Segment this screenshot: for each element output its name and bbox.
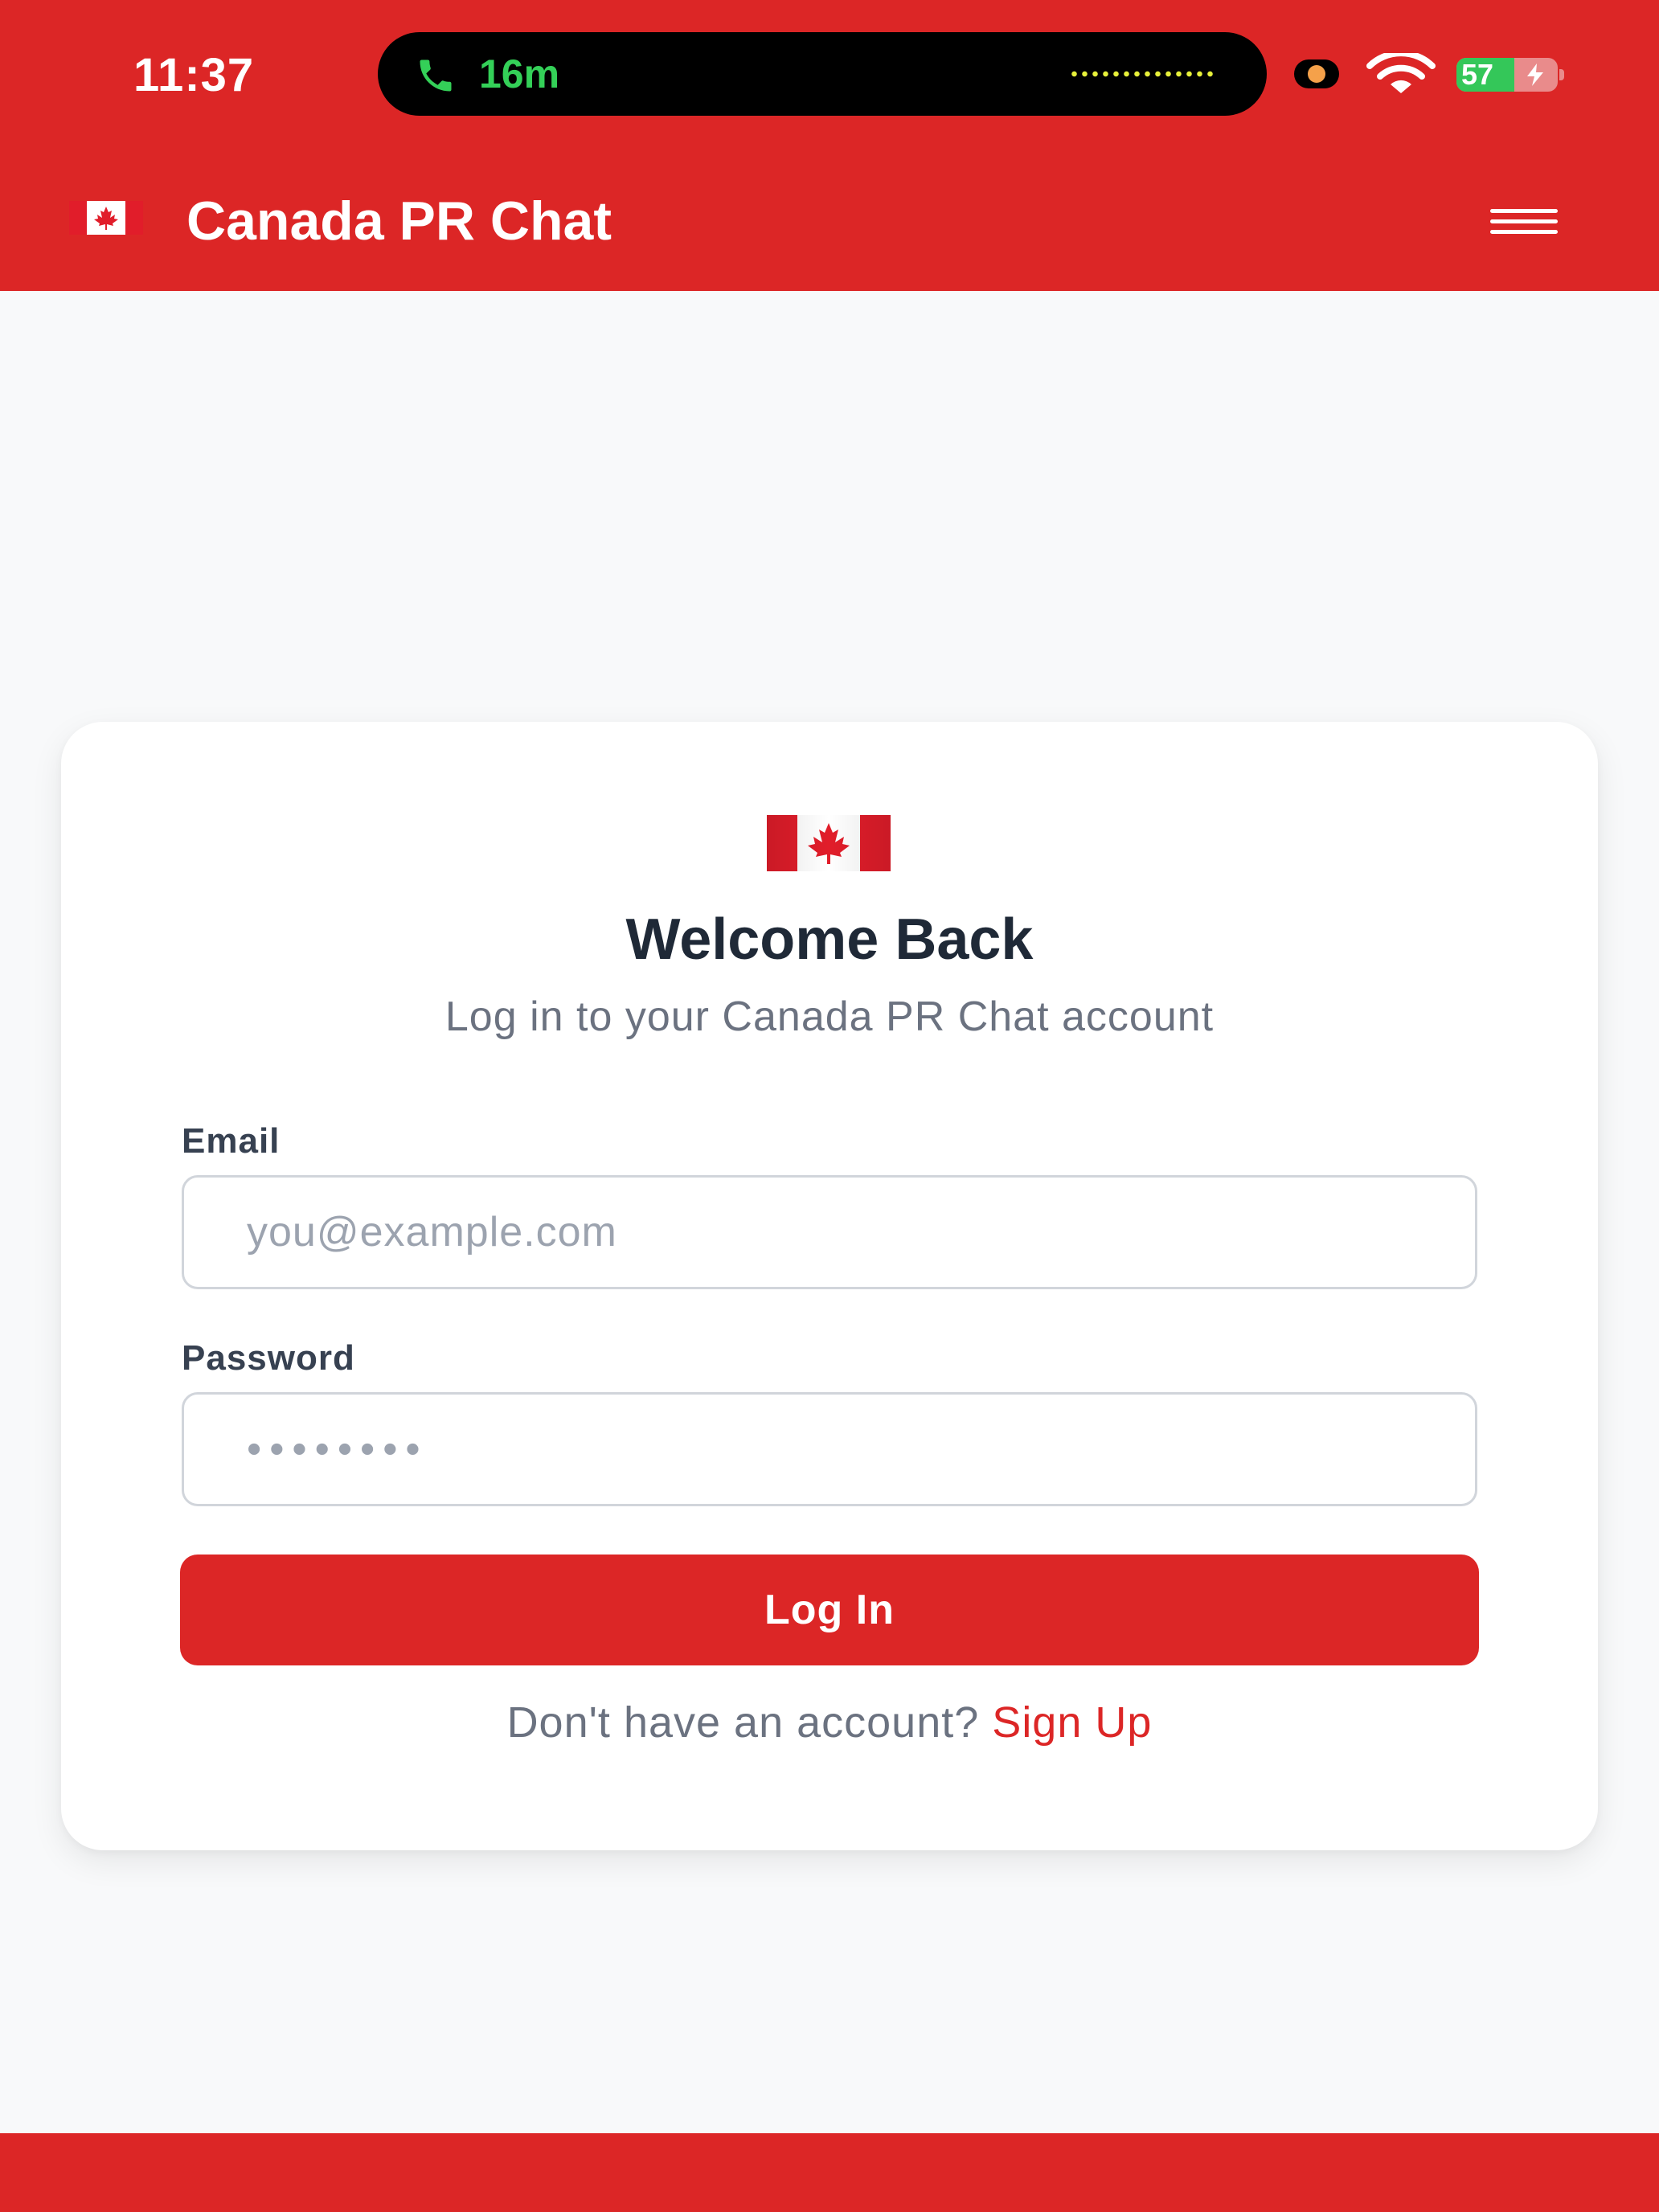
password-label: Password	[182, 1338, 355, 1378]
app-footer	[0, 2133, 1659, 2212]
email-label: Email	[182, 1121, 281, 1161]
canada-flag-icon	[69, 201, 143, 235]
battery-cap	[1559, 69, 1564, 80]
charging-bolt-icon	[1527, 63, 1543, 86]
status-time: 11:37	[133, 49, 255, 101]
app-title: Canada PR Chat	[186, 190, 612, 252]
privacy-indicator-dot	[1294, 59, 1339, 88]
app-header: Canada PR Chat	[0, 151, 1659, 291]
email-input[interactable]	[182, 1175, 1477, 1289]
phone-icon	[420, 59, 452, 92]
hamburger-menu-icon-line	[1490, 230, 1558, 234]
signup-prompt-text: Don't have an account?	[506, 1698, 980, 1747]
card-subtitle: Log in to your Canada PR Chat account	[444, 993, 1215, 1040]
hamburger-menu-button[interactable]	[1476, 185, 1569, 257]
dynamic-island-call[interactable]: 16m	[378, 32, 1267, 116]
battery-charging-icon: 57	[1456, 58, 1566, 92]
hamburger-menu-icon	[1490, 209, 1558, 213]
signup-link[interactable]: Sign Up	[992, 1698, 1152, 1747]
login-button[interactable]: Log In	[180, 1555, 1479, 1665]
battery-body: 57	[1456, 58, 1558, 92]
call-duration: 16m	[479, 51, 560, 96]
battery-percent: 57	[1461, 58, 1494, 91]
wifi-icon	[1366, 53, 1436, 93]
audio-waveform-icon	[1069, 71, 1217, 77]
status-bar: 11:37 16m 57	[0, 0, 1659, 151]
login-screen: 11:37 16m 57 Canada PR Chat Welcome Back…	[0, 0, 1659, 2212]
signup-prompt-row: Don't have an account? Sign Up	[61, 1694, 1598, 1751]
hamburger-menu-icon-line	[1490, 219, 1558, 223]
canada-flag-icon	[767, 815, 891, 871]
login-card: Welcome Back Log in to your Canada PR Ch…	[61, 722, 1598, 1850]
card-title: Welcome Back	[625, 907, 1034, 972]
password-input[interactable]	[182, 1392, 1477, 1506]
